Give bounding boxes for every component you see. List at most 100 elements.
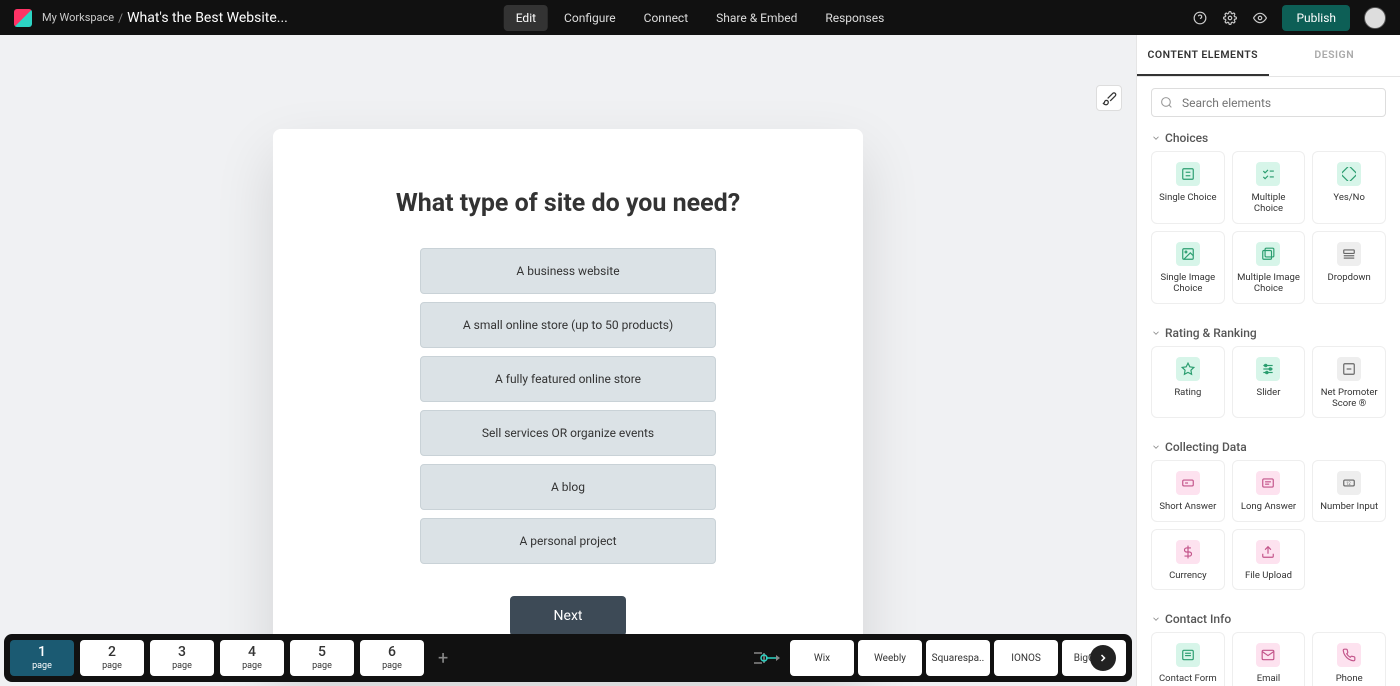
multiple-image-icon <box>1256 242 1280 266</box>
publish-button[interactable]: Publish <box>1282 5 1350 31</box>
chevron-down-icon <box>1151 614 1161 624</box>
page-thumb-5[interactable]: 5 page <box>290 640 354 676</box>
section-rating-header[interactable]: Rating & Ranking <box>1137 318 1400 346</box>
element-rating[interactable]: Rating <box>1151 346 1225 419</box>
page-label: page <box>242 661 262 671</box>
page-number: 1 <box>38 645 46 659</box>
page-thumb-2[interactable]: 2 page <box>80 640 144 676</box>
canvas: What type of site do you need? A busines… <box>0 35 1136 686</box>
slider-icon <box>1256 357 1280 381</box>
gear-icon[interactable] <box>1222 10 1238 26</box>
element-short-answer[interactable]: Short Answer <box>1151 460 1225 521</box>
long-answer-icon <box>1256 471 1280 495</box>
element-long-answer[interactable]: Long Answer <box>1232 460 1306 521</box>
outcome-ionos[interactable]: IONOS <box>994 640 1058 676</box>
tab-edit[interactable]: Edit <box>504 5 548 31</box>
element-multiple-choice[interactable]: Multiple Choice <box>1232 151 1306 224</box>
eye-icon[interactable] <box>1252 10 1268 26</box>
nps-icon <box>1337 357 1361 381</box>
element-multiple-image-choice[interactable]: Multiple Image Choice <box>1232 231 1306 304</box>
element-dropdown[interactable]: Dropdown <box>1312 231 1386 304</box>
outcome-weebly[interactable]: Weebly <box>858 640 922 676</box>
help-icon[interactable] <box>1192 10 1208 26</box>
choice-option[interactable]: Sell services OR organize events <box>420 410 716 456</box>
chevron-down-icon <box>1151 442 1161 452</box>
element-single-image-choice[interactable]: Single Image Choice <box>1151 231 1225 304</box>
choice-option[interactable]: A fully featured online store <box>420 356 716 402</box>
choice-option[interactable]: A small online store (up to 50 products) <box>420 302 716 348</box>
page-number: 4 <box>248 645 256 659</box>
multiple-choice-icon <box>1256 162 1280 186</box>
rating-grid: Rating Slider Net Promoter Score ® <box>1137 346 1400 433</box>
search-input[interactable] <box>1151 88 1386 117</box>
short-answer-icon <box>1176 471 1200 495</box>
element-number-input[interactable]: 12 Number Input <box>1312 460 1386 521</box>
element-phone[interactable]: Phone <box>1312 632 1386 686</box>
collecting-grid: Short Answer Long Answer 12 Number Input… <box>1137 460 1400 604</box>
app-logo[interactable] <box>14 9 32 27</box>
form-card: What type of site do you need? A busines… <box>273 129 863 676</box>
chevron-down-icon <box>1151 328 1161 338</box>
choice-option[interactable]: A personal project <box>420 518 716 564</box>
phone-icon <box>1337 643 1361 667</box>
avatar[interactable] <box>1364 7 1386 29</box>
tab-connect[interactable]: Connect <box>632 5 700 31</box>
topbar: My Workspace / What's the Best Website..… <box>0 0 1400 35</box>
page-label: page <box>102 661 122 671</box>
add-page-button[interactable]: + <box>430 648 456 669</box>
main: What type of site do you need? A busines… <box>0 35 1400 686</box>
element-nps[interactable]: Net Promoter Score ® <box>1312 346 1386 419</box>
page-number: 3 <box>178 645 186 659</box>
element-email[interactable]: Email <box>1232 632 1306 686</box>
svg-text:12: 12 <box>1346 481 1351 486</box>
element-yes-no[interactable]: Yes/No <box>1312 151 1386 224</box>
choice-option[interactable]: A business website <box>420 248 716 294</box>
contact-form-icon <box>1176 643 1200 667</box>
tab-design[interactable]: DESIGN <box>1269 35 1400 76</box>
element-currency[interactable]: Currency <box>1151 529 1225 590</box>
logic-flow-icon[interactable] <box>750 642 782 674</box>
question-title[interactable]: What type of site do you need? <box>323 189 813 218</box>
choice-option[interactable]: A blog <box>420 464 716 510</box>
element-single-choice[interactable]: Single Choice <box>1151 151 1225 224</box>
element-contact-form[interactable]: Contact Form <box>1151 632 1225 686</box>
scroll-right-button[interactable] <box>1090 645 1116 671</box>
breadcrumb-title[interactable]: What's the Best Website... <box>127 10 288 26</box>
outcome-strip: Wix Weebly Squarespa.. IONOS BigCom.. <box>750 640 1126 676</box>
contact-grid: Contact Form Email Phone <box>1137 632 1400 686</box>
section-title: Collecting Data <box>1165 440 1247 454</box>
tab-configure[interactable]: Configure <box>552 5 628 31</box>
section-title: Choices <box>1165 131 1208 145</box>
page-number: 2 <box>108 645 116 659</box>
chevron-down-icon <box>1151 133 1161 143</box>
page-label: page <box>382 661 402 671</box>
section-collecting-header[interactable]: Collecting Data <box>1137 432 1400 460</box>
single-image-icon <box>1176 242 1200 266</box>
section-choices-header[interactable]: Choices <box>1137 123 1400 151</box>
top-tabs: Edit Configure Connect Share & Embed Res… <box>504 5 897 31</box>
search-wrap <box>1137 77 1400 123</box>
element-slider[interactable]: Slider <box>1232 346 1306 419</box>
page-thumb-3[interactable]: 3 page <box>150 640 214 676</box>
section-contact-header[interactable]: Contact Info <box>1137 604 1400 632</box>
theme-brush-button[interactable] <box>1096 85 1122 111</box>
bottom-bar: 1 page 2 page 3 page 4 page 5 page 6 pag… <box>4 634 1132 682</box>
tab-responses[interactable]: Responses <box>813 5 896 31</box>
single-choice-icon <box>1176 162 1200 186</box>
page-thumb-4[interactable]: 4 page <box>220 640 284 676</box>
right-panel: CONTENT ELEMENTS DESIGN Choices Single C… <box>1136 35 1400 686</box>
next-button[interactable]: Next <box>510 596 626 636</box>
email-icon <box>1256 643 1280 667</box>
breadcrumb-workspace[interactable]: My Workspace <box>42 11 114 24</box>
page-thumb-6[interactable]: 6 page <box>360 640 424 676</box>
page-number: 5 <box>318 645 326 659</box>
outcome-squarespace[interactable]: Squarespa.. <box>926 640 990 676</box>
topbar-right: Publish <box>1192 5 1386 31</box>
tab-share-embed[interactable]: Share & Embed <box>704 5 809 31</box>
page-thumb-1[interactable]: 1 page <box>10 640 74 676</box>
section-title: Rating & Ranking <box>1165 326 1257 340</box>
tab-content-elements[interactable]: CONTENT ELEMENTS <box>1137 35 1269 76</box>
breadcrumb-separator: / <box>118 11 123 25</box>
outcome-wix[interactable]: Wix <box>790 640 854 676</box>
element-file-upload[interactable]: File Upload <box>1232 529 1306 590</box>
